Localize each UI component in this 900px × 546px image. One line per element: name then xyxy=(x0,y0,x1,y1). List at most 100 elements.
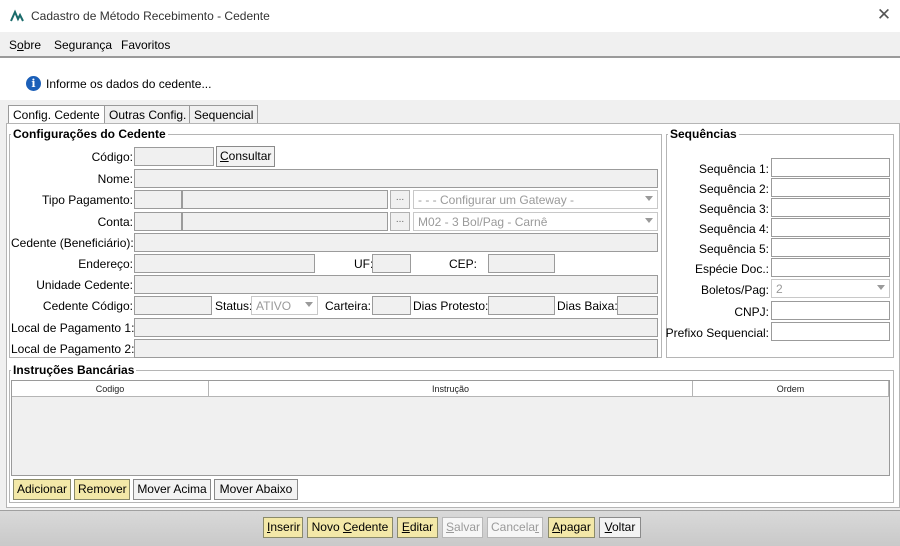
codigo-field[interactable] xyxy=(134,147,214,166)
editar-label-b: ditar xyxy=(409,520,434,534)
menu-seguranca[interactable]: Segurança xyxy=(54,38,112,52)
cnpj-field[interactable] xyxy=(771,301,890,320)
tipo-pagamento-label: Tipo Pagamento: xyxy=(42,193,133,207)
cedente-codigo-label: Cedente Código: xyxy=(42,299,133,313)
sequencia-2-label: Sequência 2: xyxy=(698,182,769,196)
cedente-label: Cedente (Beneficiário): xyxy=(11,236,134,250)
menu-sobre-label-b: o xyxy=(17,38,24,52)
cancelar-button[interactable]: Cancelar xyxy=(487,517,543,538)
local-pagamento-1-field[interactable] xyxy=(134,318,658,337)
novo-cedente-button[interactable]: Novo Cedente xyxy=(307,517,393,538)
especie-doc-field[interactable] xyxy=(771,258,890,277)
conta-select[interactable]: M02 - 3 Bol/Pag - Carnê xyxy=(413,212,658,231)
dias-baixa-label: Dias Baixa: xyxy=(557,299,618,313)
status-select[interactable]: ATIVO xyxy=(251,296,318,315)
tab-config-cedente[interactable]: Config. Cedente xyxy=(8,105,105,125)
especie-doc-label: Espécie Doc.: xyxy=(694,262,769,276)
inserir-label-b: nserir xyxy=(270,520,301,534)
conta-desc-field[interactable] xyxy=(182,212,388,231)
adicionar-button[interactable]: Adicionar xyxy=(13,479,71,500)
salvar-label-a: S xyxy=(446,520,455,534)
column-header-ordem[interactable]: Ordem xyxy=(693,381,889,397)
dias-baixa-field[interactable] xyxy=(617,296,658,315)
novo-cedente-label-b: C xyxy=(342,520,352,534)
column-header-instrucao[interactable]: Instrução xyxy=(209,381,693,397)
codigo-label: Código: xyxy=(91,150,133,164)
novo-cedente-label-a: Novo xyxy=(311,520,343,534)
menu-favoritos[interactable]: Favoritos xyxy=(121,38,170,52)
sequencia-4-label: Sequência 4: xyxy=(698,222,769,236)
boletos-pag-select[interactable]: 2 xyxy=(771,279,890,298)
status-label: Status: xyxy=(215,299,253,313)
mover-abaixo-button[interactable]: Mover Abaixo xyxy=(214,479,298,500)
apagar-label-a: A xyxy=(552,520,561,534)
consultar-button[interactable]: Consultar xyxy=(216,146,275,167)
menu-sobre[interactable]: Sobre xyxy=(9,38,41,52)
apagar-label-b: pagar xyxy=(560,520,591,534)
uf-field[interactable] xyxy=(372,254,411,273)
gateway-select-value: - - - Configurar um Gateway - xyxy=(418,193,575,207)
salvar-label-b: alvar xyxy=(454,520,481,534)
salvar-button[interactable]: Salvar xyxy=(442,517,483,538)
info-message: Informe os dados do cedente... xyxy=(46,77,212,91)
tab-outras-config[interactable]: Outras Config. xyxy=(104,105,192,124)
group-sequencias-title: Sequências xyxy=(668,127,739,141)
tab-sequencial[interactable]: Sequencial xyxy=(189,105,259,124)
consultar-label-b: onsultar xyxy=(228,149,272,163)
dias-protesto-label: Dias Protesto: xyxy=(413,299,489,313)
column-header-codigo[interactable]: Codigo xyxy=(12,381,209,397)
conta-code-field[interactable] xyxy=(134,212,182,231)
menu-sobre-label-a: S xyxy=(9,38,18,52)
editar-label-a: E xyxy=(401,520,410,534)
group-config-cedente-title: Configurações do Cedente xyxy=(11,127,168,141)
sequencia-1-field[interactable] xyxy=(771,158,890,177)
cnpj-label: CNPJ: xyxy=(734,305,769,319)
uf-label: UF: xyxy=(354,257,374,271)
unidade-cedente-field[interactable] xyxy=(134,275,658,294)
carteira-field[interactable] xyxy=(372,296,411,315)
window-title: Cadastro de Método Recebimento - Cedente xyxy=(31,9,270,23)
cedente-codigo-field[interactable] xyxy=(134,296,212,315)
sequencia-4-field[interactable] xyxy=(771,218,890,237)
voltar-button[interactable]: Voltar xyxy=(599,517,641,538)
dias-protesto-field[interactable] xyxy=(488,296,555,315)
gateway-select[interactable]: - - - Configurar um Gateway - xyxy=(413,190,658,209)
cep-label: CEP: xyxy=(449,257,478,271)
local-pagamento-2-field[interactable] xyxy=(134,339,658,358)
sequencia-2-field[interactable] xyxy=(771,178,890,197)
cancelar-label-a: Cancela xyxy=(491,520,536,534)
app-logo-icon xyxy=(10,9,24,23)
unidade-cedente-label: Unidade Cedente: xyxy=(36,278,133,292)
voltar-label-a: V xyxy=(604,520,612,534)
inserir-button[interactable]: Inserir xyxy=(263,517,303,538)
conta-label: Conta: xyxy=(97,215,133,229)
tipo-pagamento-lookup-button[interactable]: ... xyxy=(390,190,410,209)
chevron-down-icon xyxy=(645,196,653,201)
chevron-down-icon xyxy=(645,218,653,223)
endereco-field[interactable] xyxy=(134,254,315,273)
conta-lookup-button[interactable]: ... xyxy=(390,212,410,231)
editar-button[interactable]: Editar xyxy=(397,517,438,538)
cedente-field[interactable] xyxy=(134,233,658,252)
sequencia-1-label: Sequência 1: xyxy=(698,162,769,176)
tipo-pagamento-code-field[interactable] xyxy=(134,190,182,209)
cep-field[interactable] xyxy=(488,254,555,273)
menu-bar: Sobre Segurança Favoritos xyxy=(0,32,900,56)
apagar-button[interactable]: Apagar xyxy=(548,517,595,538)
conta-select-value: M02 - 3 Bol/Pag - Carnê xyxy=(418,215,548,229)
nome-label: Nome: xyxy=(97,172,133,186)
mover-acima-button[interactable]: Mover Acima xyxy=(133,479,211,500)
nome-field[interactable] xyxy=(134,169,658,188)
local-pagamento-2-label: Local de Pagamento 2: xyxy=(11,342,135,356)
remover-button[interactable]: Remover xyxy=(74,479,130,500)
prefixo-sequencial-field[interactable] xyxy=(771,322,890,341)
boletos-pag-label: Boletos/Pag: xyxy=(700,283,769,297)
close-icon[interactable]: ✕ xyxy=(874,5,894,25)
instrucoes-table[interactable]: Codigo Instrução Ordem xyxy=(11,380,890,476)
sequencia-3-field[interactable] xyxy=(771,198,890,217)
tipo-pagamento-desc-field[interactable] xyxy=(182,190,388,209)
boletos-pag-value: 2 xyxy=(776,282,783,296)
sequencia-5-field[interactable] xyxy=(771,238,890,257)
chevron-down-icon xyxy=(877,285,885,290)
prefixo-sequencial-label: Prefixo Sequencial: xyxy=(665,326,769,340)
